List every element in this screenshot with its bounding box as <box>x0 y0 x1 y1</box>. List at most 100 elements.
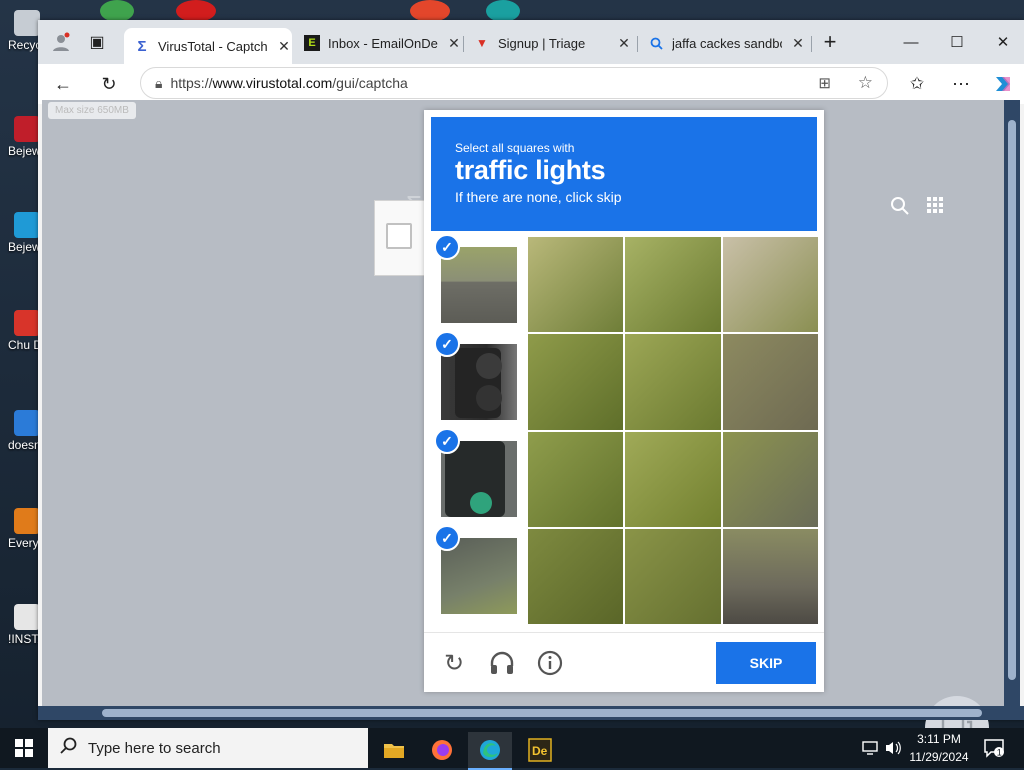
close-tab-icon[interactable]: ✕ <box>446 35 462 52</box>
close-window-button[interactable]: ✕ <box>980 28 1024 56</box>
close-tab-icon[interactable]: ✕ <box>790 35 806 52</box>
grid-cell[interactable] <box>625 528 721 624</box>
captcha-challenge: Select all squares with traffic lights I… <box>424 110 824 692</box>
desktop-icon-label: !INSTA <box>8 632 38 646</box>
checkmark-icon: ✓ <box>434 428 460 454</box>
horizontal-scrollbar[interactable] <box>38 706 1024 720</box>
captcha-hint: If there are none, click skip <box>455 189 622 205</box>
reload-icon[interactable]: ↻ <box>440 649 468 677</box>
apps-icon[interactable]: ⊞ <box>818 74 831 92</box>
favorite-star-icon[interactable]: ☆ <box>858 73 873 93</box>
tab-title: Signup | Triage <box>498 35 586 51</box>
profile-icon[interactable] <box>46 28 76 56</box>
grid-cell[interactable] <box>528 528 624 624</box>
desktop-icon-label: Bejew Del <box>8 240 38 254</box>
lock-icon[interactable]: 🔒︎ <box>155 75 162 92</box>
desktop-top-icon <box>176 0 216 22</box>
gem-icon <box>14 116 40 142</box>
grid-cell[interactable] <box>528 334 624 430</box>
tab-virustotal[interactable]: Σ VirusTotal - Captcha ✕ <box>124 28 292 64</box>
chuzzle-icon <box>14 310 40 336</box>
toolbar: ← ↻ 🔒︎ https://www.virustotal.com/gui/ca… <box>38 64 1024 104</box>
desktop-icon-label: Bejewe Del <box>8 144 38 158</box>
file-explorer-icon[interactable] <box>372 732 416 768</box>
grid-cell[interactable] <box>528 431 624 527</box>
desktop-top-icon <box>410 0 450 22</box>
recycle-bin-icon <box>14 10 40 36</box>
url-domain: www.virustotal.com <box>212 75 333 91</box>
virustotal-icon: Σ <box>137 37 147 55</box>
grid-cell[interactable] <box>722 528 818 624</box>
back-button[interactable]: ← <box>48 70 78 98</box>
firefox-icon[interactable] <box>420 732 464 768</box>
favorites-icon[interactable]: ✩ <box>902 70 932 98</box>
refresh-button[interactable]: ↻ <box>94 70 124 98</box>
desktop-icon-label: doesn <box>8 438 38 452</box>
captcha-instruction: Select all squares with <box>455 141 575 155</box>
close-tab-icon[interactable]: ✕ <box>616 35 632 52</box>
scrollbar-thumb[interactable] <box>102 709 982 717</box>
captcha-target: traffic lights <box>455 155 606 185</box>
gem-icon <box>14 212 40 238</box>
new-tab-button[interactable]: + <box>810 28 850 56</box>
tab-search[interactable]: jaffa cackes sandbox ✕ <box>638 28 810 58</box>
tab-triage[interactable]: ▼ Signup | Triage ✕ <box>464 28 636 58</box>
deobfuscator-app-icon[interactable]: De <box>518 732 562 768</box>
search-icon <box>648 35 664 51</box>
taskbar-search[interactable]: Type here to search <box>48 728 368 768</box>
more-menu-icon[interactable]: ⋯ <box>946 70 976 98</box>
grid-cell[interactable] <box>528 237 624 333</box>
grid-cell[interactable] <box>722 334 818 430</box>
clock-date: 11/29/2024 <box>909 750 969 764</box>
desktop-icon-install[interactable]: !INSTA <box>0 604 40 646</box>
audio-headphones-icon[interactable] <box>488 649 516 677</box>
desktop-icon-everything[interactable]: Every <box>0 508 40 550</box>
desktop-icon-chuzzle[interactable]: Chu Del <box>0 310 40 352</box>
volume-icon[interactable] <box>884 728 902 768</box>
clock[interactable]: 3:11 PM 11/29/2024 <box>904 730 974 766</box>
grid-cell[interactable] <box>625 334 721 430</box>
tab-title: Inbox - EmailOnDec <box>328 35 438 51</box>
notification-count: 1 <box>997 748 1002 758</box>
desktop-icon-label: Every <box>8 536 38 550</box>
close-tab-icon[interactable]: ✕ <box>276 38 292 55</box>
captcha-header: Select all squares with traffic lights I… <box>431 117 817 231</box>
grid-cell[interactable] <box>625 237 721 333</box>
edge-icon[interactable] <box>468 732 512 770</box>
tab-inbox[interactable]: E Inbox - EmailOnDec ✕ <box>294 28 462 58</box>
grid-cell[interactable] <box>625 431 721 527</box>
grid-cell[interactable] <box>722 237 818 333</box>
desktop-icon-label: Chu Del <box>8 338 38 352</box>
tab-bar: ▣ Σ VirusTotal - Captcha ✕ E Inbox - Ema… <box>38 20 1024 64</box>
desktop-icon-bejeweled-2[interactable]: Bejew Del <box>0 212 40 254</box>
captcha-anchor <box>374 200 426 276</box>
address-bar[interactable]: 🔒︎ https://www.virustotal.com/gui/captch… <box>140 67 888 99</box>
info-icon[interactable] <box>536 649 564 677</box>
desktop-icon-bejeweled-1[interactable]: Bejewe Del <box>0 116 40 158</box>
maximize-button[interactable]: ☐ <box>934 28 980 56</box>
search-icon[interactable] <box>890 196 910 221</box>
desktop-icon-recycle[interactable]: Recycle <box>0 10 40 52</box>
tab-actions-icon[interactable]: ▣ <box>82 28 112 56</box>
url-path: /gui/captcha <box>332 75 408 91</box>
scrollbar-thumb[interactable] <box>1008 120 1016 680</box>
captcha-checkbox[interactable] <box>386 223 412 249</box>
checkmark-icon: ✓ <box>434 525 460 551</box>
svg-text:De: De <box>532 744 548 758</box>
desktop-icon-doesn[interactable]: doesn <box>0 410 40 452</box>
tab-title: jaffa cackes sandbox <box>672 35 782 51</box>
network-icon[interactable] <box>862 728 880 768</box>
shortcut-icon <box>14 410 40 436</box>
search-everything-icon <box>14 508 40 534</box>
captcha-footer: ↻ SKIP <box>424 632 824 693</box>
apps-grid-icon[interactable] <box>926 196 944 219</box>
captcha-grid <box>528 237 818 624</box>
vertical-scrollbar[interactable] <box>1004 100 1020 706</box>
grid-cell[interactable] <box>722 431 818 527</box>
notification-center-icon[interactable]: 1 <box>980 734 1008 762</box>
copilot-icon[interactable] <box>988 70 1018 98</box>
start-button[interactable] <box>0 728 48 768</box>
minimize-button[interactable]: — <box>888 28 934 56</box>
skip-button[interactable]: SKIP <box>716 642 816 684</box>
url-prefix: https:// <box>170 75 213 91</box>
